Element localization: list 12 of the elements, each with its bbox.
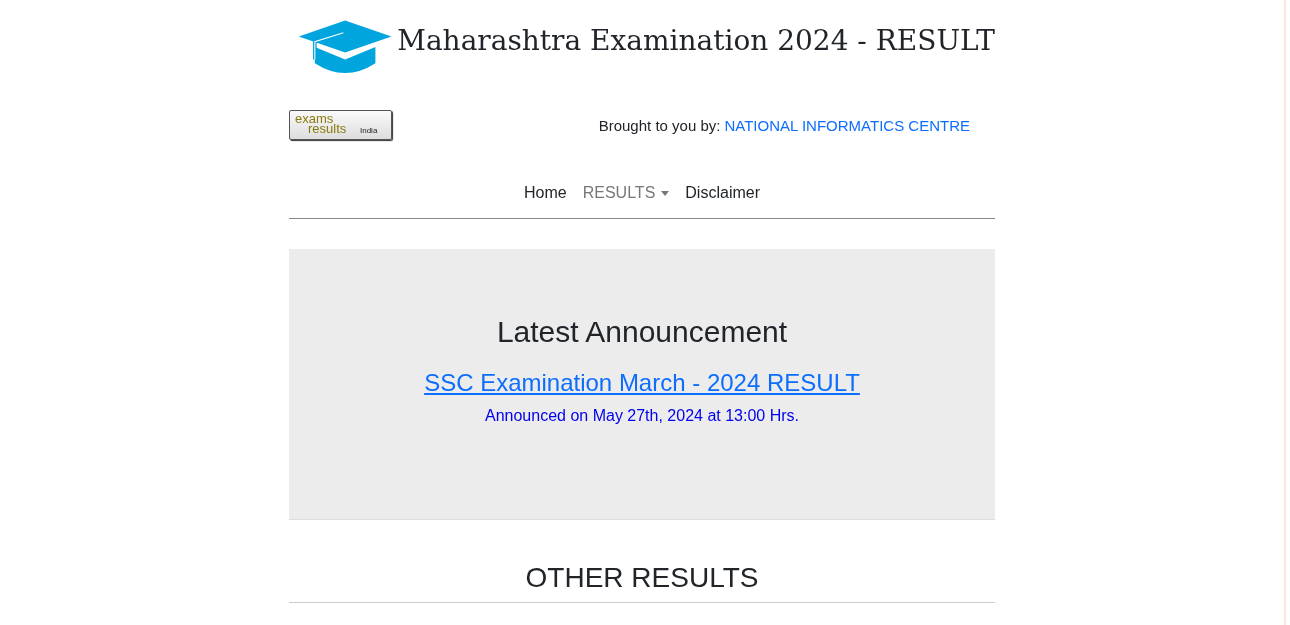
credit-label: Brought to you by: — [598, 116, 721, 134]
nav-link[interactable]: Home — [516, 176, 575, 210]
exams-results-logo: exams results India — [289, 110, 392, 140]
nic-link[interactable]: NATIONAL INFORMATICS CENTRE — [724, 116, 970, 134]
caret-icon — [661, 190, 670, 196]
announcement-date: Announced on May 27th, 2024 at 13:00 Hrs. — [485, 407, 799, 425]
section-heading: OTHER RESULTS — [289, 562, 995, 603]
announcement-heading: Latest Announcement — [496, 315, 788, 349]
nav-link[interactable]: Disclaimer — [677, 176, 768, 210]
result-link[interactable]: SSC Examination March - 2024 RESULT — [424, 369, 860, 397]
nav-dropdown[interactable]: RESULTS — [574, 176, 678, 210]
page-title: Maharashtra Examination 2024 - RESULT — [397, 23, 995, 57]
